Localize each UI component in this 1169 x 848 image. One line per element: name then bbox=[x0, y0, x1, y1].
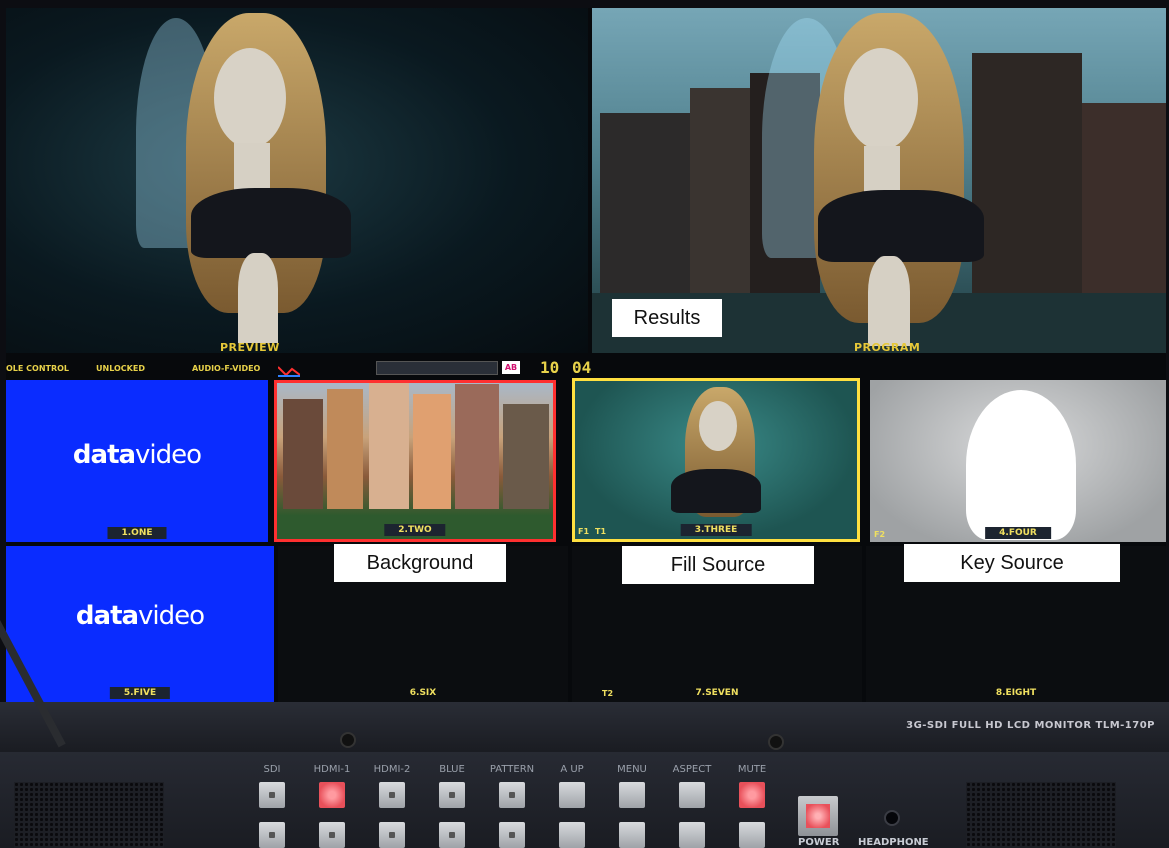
screw-icon bbox=[768, 734, 784, 750]
audio-mode-status: AUDIO-F-VIDEO bbox=[192, 364, 261, 373]
building bbox=[455, 384, 499, 509]
input-tile-3: F1 T1 3.THREE bbox=[572, 378, 860, 542]
aspect-label: ASPECT bbox=[672, 764, 712, 775]
input-tile-5: datavideo 5.FIVE bbox=[6, 546, 274, 702]
speaker-grille-left bbox=[14, 782, 164, 848]
tile-tag: F1 bbox=[578, 527, 590, 536]
sdi-lower-button[interactable] bbox=[259, 822, 285, 848]
clock-minutes: 04 bbox=[572, 358, 592, 377]
pattern-label: PATTERN bbox=[489, 764, 535, 775]
a-up-lower-button[interactable] bbox=[559, 822, 585, 848]
building bbox=[327, 389, 363, 509]
building bbox=[503, 404, 549, 509]
program-label: PROGRAM bbox=[854, 341, 921, 353]
tile-name: 4.FOUR bbox=[985, 527, 1051, 539]
mannequin-face bbox=[844, 48, 918, 150]
headphone-jack-icon[interactable] bbox=[884, 810, 900, 826]
mannequin-face bbox=[214, 48, 286, 148]
building bbox=[369, 383, 409, 509]
background-callout: Background bbox=[334, 544, 506, 582]
input-tile-4: F2 4.FOUR bbox=[870, 380, 1166, 542]
blue-button[interactable] bbox=[439, 782, 465, 808]
results-callout: Results bbox=[612, 299, 722, 337]
key-silhouette bbox=[966, 390, 1076, 540]
sdi-label: SDI bbox=[263, 764, 281, 775]
tile-tag: T1 bbox=[595, 527, 607, 536]
mannequin-collar bbox=[818, 190, 984, 262]
mute-lower-button[interactable] bbox=[739, 822, 765, 848]
hdmi2-lower-button[interactable] bbox=[379, 822, 405, 848]
preview-pane: PREVIEW bbox=[6, 8, 588, 353]
menu-lower-button[interactable] bbox=[619, 822, 645, 848]
tile-name: 7.SEVEN bbox=[695, 688, 739, 698]
power-label: POWER bbox=[798, 837, 840, 848]
status-bar: OLE CONTROL UNLOCKED AUDIO-F-VIDEO AB 10… bbox=[6, 358, 1166, 380]
hdmi2-button[interactable] bbox=[379, 782, 405, 808]
mannequin-collar bbox=[671, 469, 761, 513]
audio-meter-icon bbox=[277, 362, 301, 377]
datavideo-logo: datavideo bbox=[72, 440, 202, 470]
input-tile-2: 2.TWO bbox=[274, 380, 556, 542]
ab-transition-icon: AB bbox=[502, 361, 520, 374]
sdi-button[interactable] bbox=[259, 782, 285, 808]
tile-name: 5.FIVE bbox=[109, 687, 171, 699]
input-tile-1: datavideo 1.ONE bbox=[6, 380, 268, 542]
hdmi1-label: HDMI-1 bbox=[313, 764, 351, 775]
console-control-status: OLE CONTROL bbox=[6, 364, 70, 373]
a-up-label: A UP bbox=[560, 764, 584, 775]
mute-label: MUTE bbox=[737, 764, 767, 775]
transition-bar-icon bbox=[376, 361, 498, 375]
building bbox=[283, 399, 323, 509]
mannequin-face bbox=[699, 401, 737, 451]
tile-tag: T2 bbox=[602, 689, 614, 698]
tile-name: 8.EIGHT bbox=[995, 688, 1037, 698]
key-source-callout: Key Source bbox=[904, 544, 1120, 582]
multiview-screen: PREVIEW PROGRAM OLE CONTROL UNLOCKED AUD… bbox=[6, 8, 1166, 702]
headphone-label: HEADPHONE bbox=[858, 837, 929, 848]
hdmi1-button[interactable] bbox=[319, 782, 345, 808]
aspect-lower-button[interactable] bbox=[679, 822, 705, 848]
tile-name: 6.SIX bbox=[409, 688, 437, 698]
tile-tag: F2 bbox=[874, 530, 886, 539]
speaker-grille-right bbox=[966, 782, 1116, 848]
a-up-button[interactable] bbox=[559, 782, 585, 808]
hdmi2-label: HDMI-2 bbox=[373, 764, 411, 775]
lock-status: UNLOCKED bbox=[96, 364, 145, 373]
power-lamp-icon bbox=[806, 804, 830, 828]
pattern-button[interactable] bbox=[499, 782, 525, 808]
tile-name: 2.TWO bbox=[384, 524, 446, 536]
blue-lower-button[interactable] bbox=[439, 822, 465, 848]
mute-button[interactable] bbox=[739, 782, 765, 808]
mannequin-stand bbox=[868, 256, 910, 346]
monitor-model-label: 3G-SDI FULL HD LCD MONITOR TLM-170P bbox=[906, 720, 1155, 731]
tile-name: 3.THREE bbox=[680, 524, 752, 536]
power-button[interactable] bbox=[798, 796, 838, 836]
clock-hours: 10 bbox=[540, 358, 560, 377]
tile-name: 1.ONE bbox=[107, 527, 167, 539]
preview-label: PREVIEW bbox=[220, 341, 280, 353]
mannequin-stand bbox=[238, 253, 278, 343]
building bbox=[413, 394, 451, 509]
menu-label: MENU bbox=[617, 764, 647, 775]
blue-label: BLUE bbox=[439, 764, 465, 775]
hdmi1-lower-button[interactable] bbox=[319, 822, 345, 848]
menu-button[interactable] bbox=[619, 782, 645, 808]
screw-icon bbox=[340, 732, 356, 748]
mannequin-collar bbox=[191, 188, 351, 258]
aspect-button[interactable] bbox=[679, 782, 705, 808]
datavideo-logo: datavideo bbox=[75, 601, 205, 631]
fill-source-callout: Fill Source bbox=[622, 546, 814, 584]
pattern-lower-button[interactable] bbox=[499, 822, 525, 848]
